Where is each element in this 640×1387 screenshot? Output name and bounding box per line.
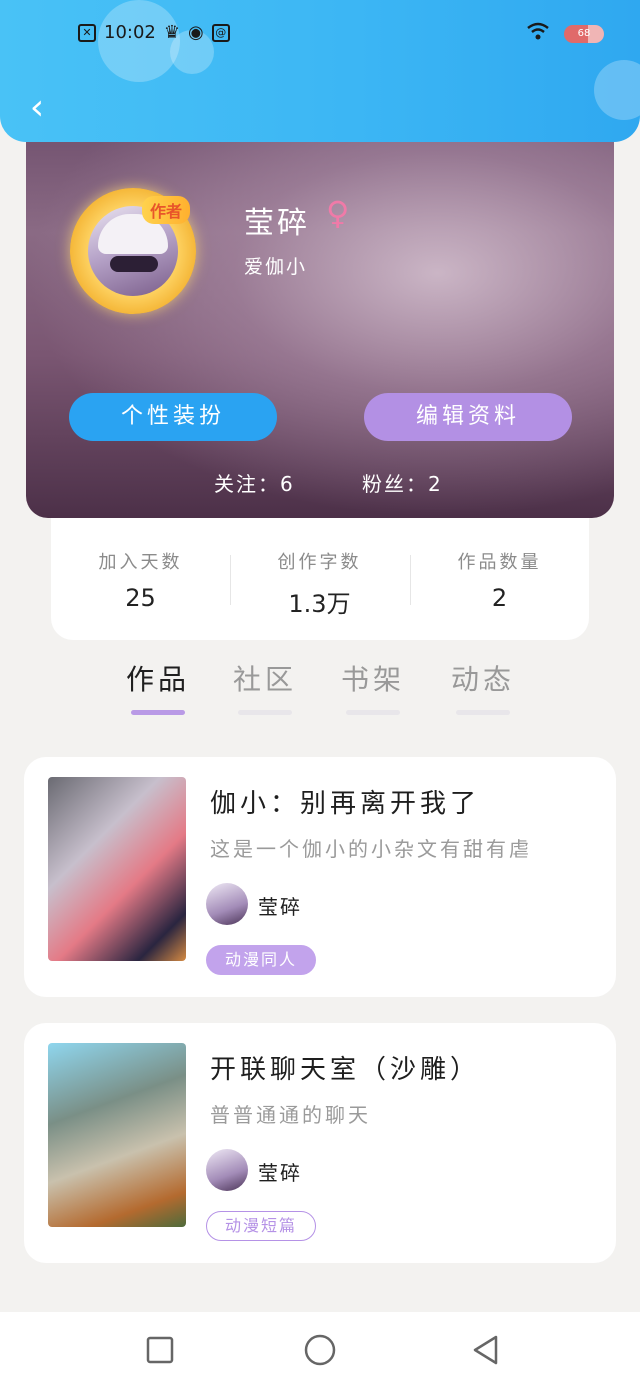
recent-apps-button[interactable] (142, 1332, 178, 1368)
stat-work-count: 作品数量 2 (410, 548, 589, 612)
stat-value: 25 (125, 584, 156, 612)
tab-label: 书架 (340, 663, 405, 696)
edit-profile-button[interactable]: 编辑资料 (364, 393, 572, 441)
personal-dress-button[interactable]: 个性装扮 (69, 393, 277, 441)
decor-bubble (594, 60, 640, 120)
app-notification-icon: @ (211, 23, 230, 42)
work-cover-image (48, 1043, 186, 1227)
stat-label: 创作字数 (277, 552, 362, 573)
tab-indicator (131, 710, 185, 715)
tab-indicator (456, 710, 510, 715)
user-name: 莹碎 (244, 206, 310, 241)
triangle-back-icon (473, 1335, 498, 1365)
stat-value: 2 (491, 584, 508, 612)
work-tag: 动漫同人 (206, 945, 317, 975)
tab-indicator (346, 710, 400, 715)
profile-card: 作者 莹碎 ♀ 爱伽小 个性装扮 编辑资料 关注：6 粉丝：2 (26, 110, 614, 518)
wifi-icon (526, 22, 550, 45)
status-time: 10:02 (104, 22, 156, 43)
header-bar: ✕ 10:02 ♛ ◉ @ 68 ‹ (0, 0, 640, 142)
author-badge: 作者 (142, 196, 191, 224)
stat-label: 加入天数 (98, 552, 183, 573)
work-card[interactable]: 开联聊天室（沙雕） 普普通通的聊天 莹碎 动漫短篇 (24, 1023, 616, 1263)
circle-icon (304, 1334, 336, 1366)
status-left: ✕ 10:02 ♛ ◉ @ (78, 22, 230, 43)
system-nav-bar (0, 1312, 640, 1387)
following-count[interactable]: 关注：6 (214, 468, 295, 497)
work-description: 这是一个伽小的小杂文有甜有虐 (210, 837, 532, 861)
work-title: 伽小：别再离开我了 (210, 789, 481, 819)
author-avatar (206, 1149, 248, 1191)
tab-works[interactable]: 作品 (118, 658, 198, 715)
user-bio: 爱伽小 (244, 256, 308, 278)
status-right: 68 (526, 22, 604, 45)
female-icon: ♀ (326, 194, 350, 232)
crown-icon: ♛ (163, 22, 181, 43)
sim-icon: ✕ (78, 23, 96, 42)
home-button[interactable] (302, 1332, 338, 1368)
stat-join-days: 加入天数 25 (51, 548, 230, 612)
work-author: 莹碎 (258, 1161, 302, 1185)
tab-label: 作品 (125, 663, 190, 696)
stats-panel: 加入天数 25 创作字数 1.3万 作品数量 2 (51, 500, 589, 640)
weibo-icon: ◉ (188, 22, 204, 43)
tab-bookshelf[interactable]: 书架 (333, 658, 413, 715)
tab-label: 动态 (450, 663, 515, 696)
work-tag: 动漫短篇 (206, 1211, 317, 1241)
tab-indicator (238, 710, 292, 715)
square-icon (146, 1336, 174, 1364)
tab-community[interactable]: 社区 (225, 658, 305, 715)
work-card[interactable]: 伽小：别再离开我了 这是一个伽小的小杂文有甜有虐 莹碎 动漫同人 (24, 757, 616, 997)
system-back-button[interactable] (468, 1332, 504, 1368)
tab-label: 社区 (232, 663, 297, 696)
profile-tabs: 作品 社区 书架 动态 (100, 658, 540, 718)
stat-label: 作品数量 (457, 552, 542, 573)
work-title: 开联聊天室（沙雕） (210, 1055, 481, 1085)
followers-count[interactable]: 粉丝：2 (362, 468, 443, 497)
stat-word-count: 创作字数 1.3万 (230, 548, 409, 619)
work-description: 普普通通的聊天 (210, 1103, 371, 1127)
tab-activity[interactable]: 动态 (443, 658, 523, 715)
battery-icon: 68 (564, 24, 604, 43)
stat-value: 1.3万 (288, 590, 351, 618)
author-avatar (206, 883, 248, 925)
work-cover-image (48, 777, 186, 961)
status-bar: ✕ 10:02 ♛ ◉ @ 68 (0, 18, 640, 52)
work-author: 莹碎 (258, 895, 302, 919)
chevron-left-icon: ‹ (29, 87, 45, 128)
back-button[interactable]: ‹ (20, 88, 54, 128)
